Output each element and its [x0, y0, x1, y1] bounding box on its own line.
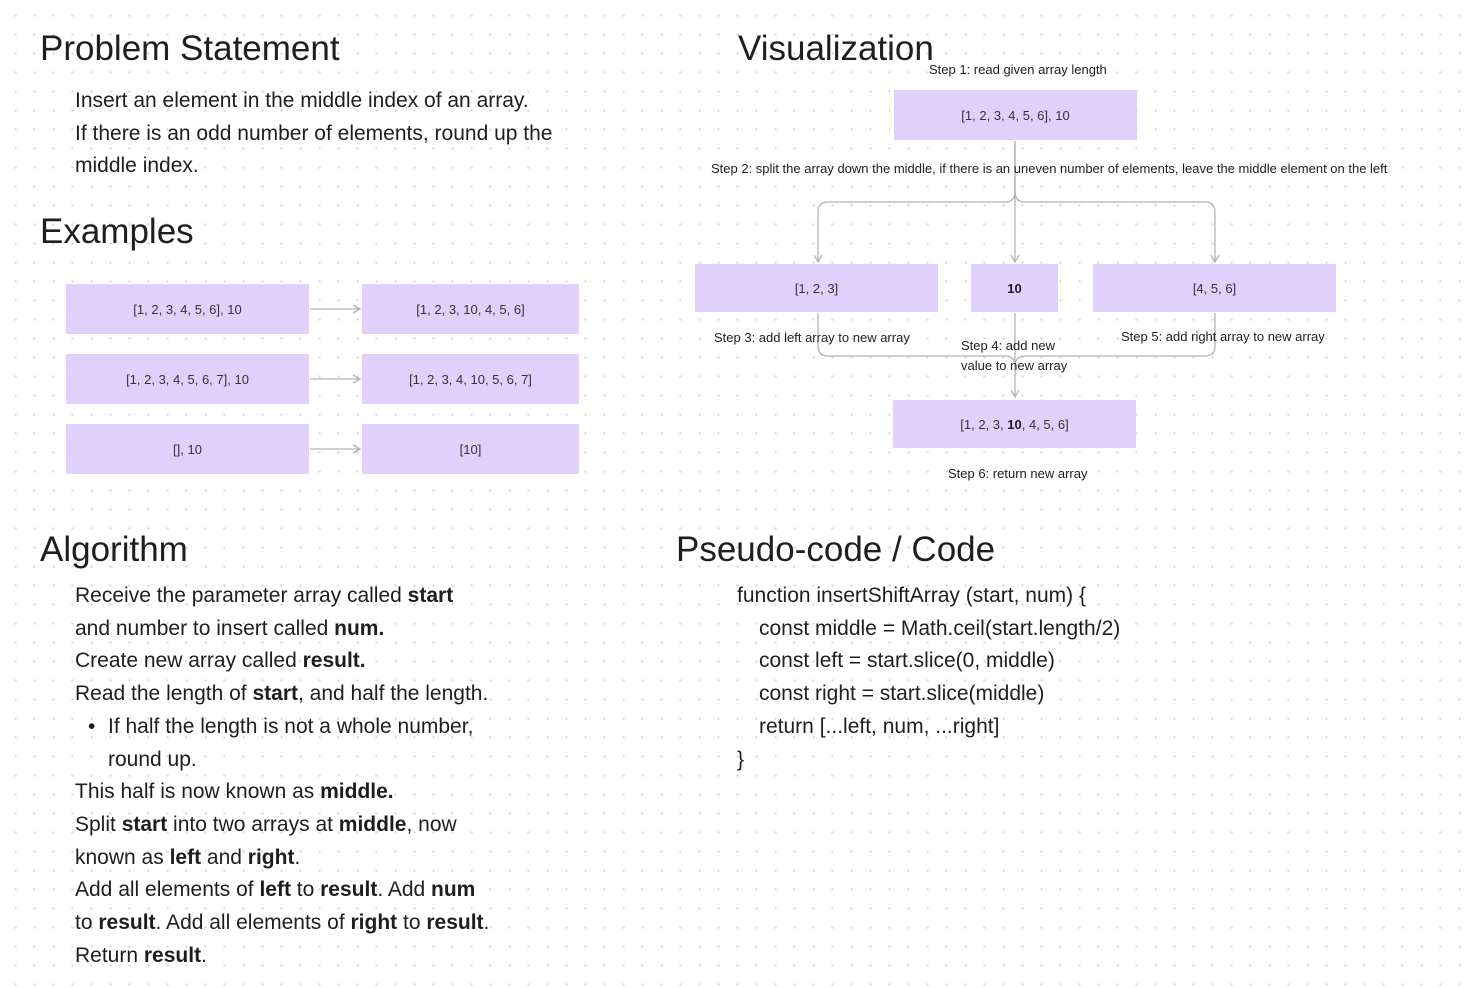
algorithm-line: Add all elements of left to result. Add … [75, 874, 555, 907]
algorithm-line: and number to insert called num. [75, 613, 555, 646]
code-block: function insertShiftArray (start, num) {… [737, 580, 1120, 776]
algo-term: middle. [320, 780, 394, 804]
algorithm-bullet-cont: round up. [75, 744, 555, 777]
result-text-before: [1, 2, 3, [960, 416, 1008, 432]
algo-text: to [75, 911, 99, 935]
algo-term: left [169, 845, 202, 869]
step4-line: value to new array [961, 358, 1068, 373]
algo-term: middle [338, 812, 407, 836]
algo-text: to [290, 878, 321, 902]
algo-text: and [201, 845, 248, 869]
step4-caption: Step 4: add new value to new array [961, 336, 1067, 376]
algo-text: Receive the parameter array called [75, 584, 408, 607]
start-array-box: [1, 2, 3, 4, 5, 6], 10 [894, 90, 1137, 140]
algo-term: right [247, 845, 295, 869]
code-line: return [...left, num, ...right] [759, 714, 1000, 738]
algorithm-line: Create new array called result. [75, 645, 555, 678]
right-array-box: [4, 5, 6] [1093, 264, 1336, 312]
algo-term: result [320, 878, 378, 902]
algorithm-line: Return result. [75, 940, 555, 973]
algo-text: If half the length is not a whole number… [108, 714, 474, 738]
algo-text: . [483, 911, 490, 935]
step3-caption: Step 3: add left array to new array [714, 330, 910, 345]
algo-text: into two arrays at [167, 812, 339, 836]
algo-text: Add all elements of [75, 878, 260, 902]
algo-text: , and half the length. [298, 682, 489, 706]
algo-term: start [252, 682, 298, 706]
algorithm-line: This half is now known as middle. [75, 776, 555, 809]
algo-term: result. [302, 649, 366, 673]
algorithm-line: Read the length of start, and half the l… [75, 678, 555, 711]
step4-line: Step 4: add new [961, 338, 1055, 353]
algo-text: . [294, 845, 301, 869]
algo-text: Read the length of [75, 682, 253, 706]
algo-term: left [259, 878, 291, 902]
visualization-heading: Visualization [738, 29, 934, 68]
algo-text: . [201, 943, 207, 967]
algorithm-line: Receive the parameter array called start [75, 580, 555, 613]
algorithm-text: Receive the parameter array called start… [75, 580, 555, 972]
algorithm-line: Split start into two arrays at middle, n… [75, 809, 555, 842]
algo-term: result [426, 911, 484, 935]
step5-caption: Step 5: add right array to new array [1121, 329, 1325, 344]
algo-text: Create new array called [75, 649, 303, 673]
algo-text: . Add [377, 878, 432, 902]
algo-term: start [407, 584, 454, 607]
split-arrow-right [1014, 191, 1220, 264]
bullet-dot: • [88, 714, 96, 738]
result-array-box: [1, 2, 3, 10, 4, 5, 6] [893, 400, 1136, 448]
algo-term: result [98, 911, 156, 935]
algorithm-heading: Algorithm [40, 530, 188, 569]
code-line: } [737, 747, 745, 771]
code-line: const left = start.slice(0, middle) [759, 649, 1055, 673]
code-heading: Pseudo-code / Code [676, 530, 996, 569]
new-value-box: 10 [971, 264, 1058, 312]
algo-text: to [397, 911, 427, 935]
step1-caption: Step 1: read given array length [929, 62, 1107, 77]
code-line: const right = start.slice(middle) [759, 682, 1045, 706]
algo-text: . Add all elements of [155, 911, 351, 935]
result-text-after: , 4, 5, 6] [1021, 416, 1069, 432]
algo-text: , now [406, 812, 457, 836]
algo-term: num [431, 878, 476, 902]
algo-term: result [143, 943, 202, 967]
algo-text: and number to insert called [75, 616, 335, 640]
algo-text: Split [75, 812, 122, 836]
algo-text: This half is now known as [75, 780, 321, 804]
code-line: function insertShiftArray (start, num) { [737, 584, 1086, 607]
algo-term: num. [334, 616, 385, 640]
algo-term: start [121, 812, 168, 836]
algo-text: Return [75, 943, 144, 967]
result-inserted-value: 10 [1007, 416, 1022, 432]
step6-caption: Step 6: return new array [948, 466, 1088, 481]
algorithm-line: known as left and right. [75, 842, 555, 875]
new-value-text: 10 [1007, 280, 1022, 296]
algo-text: round up. [108, 747, 197, 771]
code-line: const middle = Math.ceil(start.length/2) [759, 616, 1121, 640]
algorithm-bullet: • If half the length is not a whole numbe… [75, 711, 555, 744]
left-array-box: [1, 2, 3] [695, 264, 938, 312]
algorithm-line: to result. Add all elements of right to … [75, 907, 555, 940]
algo-text: known as [75, 845, 170, 869]
algo-term: right [350, 911, 398, 935]
step2-caption: Step 2: split the array down the middle,… [711, 161, 1388, 176]
